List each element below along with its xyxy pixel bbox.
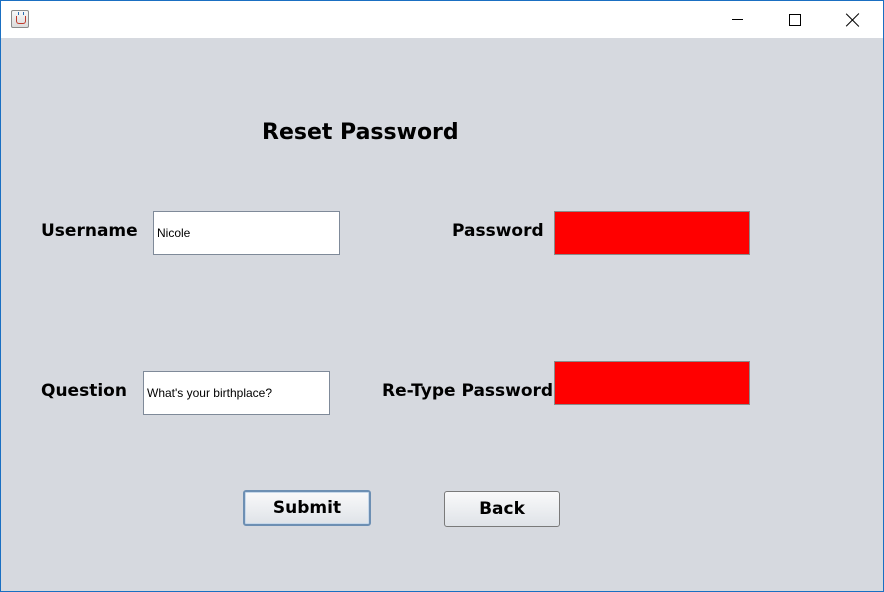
maximize-icon: [789, 13, 801, 26]
username-label: Username: [41, 221, 138, 241]
question-field[interactable]: What's your birthplace?: [143, 371, 330, 415]
minimize-icon: [731, 19, 743, 20]
maximize-button[interactable]: [766, 1, 824, 38]
retype-password-field[interactable]: [554, 361, 750, 405]
retype-password-label: Re-Type Password: [382, 381, 554, 401]
close-button[interactable]: [824, 1, 882, 38]
form-panel: Reset Password Username Nicole Password …: [1, 38, 883, 591]
title-bar[interactable]: [1, 1, 883, 38]
page-title: Reset Password: [262, 120, 459, 145]
password-field[interactable]: [554, 211, 750, 255]
question-label: Question: [41, 381, 127, 401]
submit-button[interactable]: Submit: [243, 490, 371, 526]
minimize-button[interactable]: [708, 1, 766, 38]
username-field[interactable]: Nicole: [153, 211, 340, 255]
reset-password-window: Reset Password Username Nicole Password …: [0, 0, 884, 592]
password-label: Password: [452, 221, 544, 241]
java-cup-icon[interactable]: [11, 10, 29, 28]
back-button[interactable]: Back: [444, 491, 560, 527]
close-icon: [846, 13, 860, 27]
